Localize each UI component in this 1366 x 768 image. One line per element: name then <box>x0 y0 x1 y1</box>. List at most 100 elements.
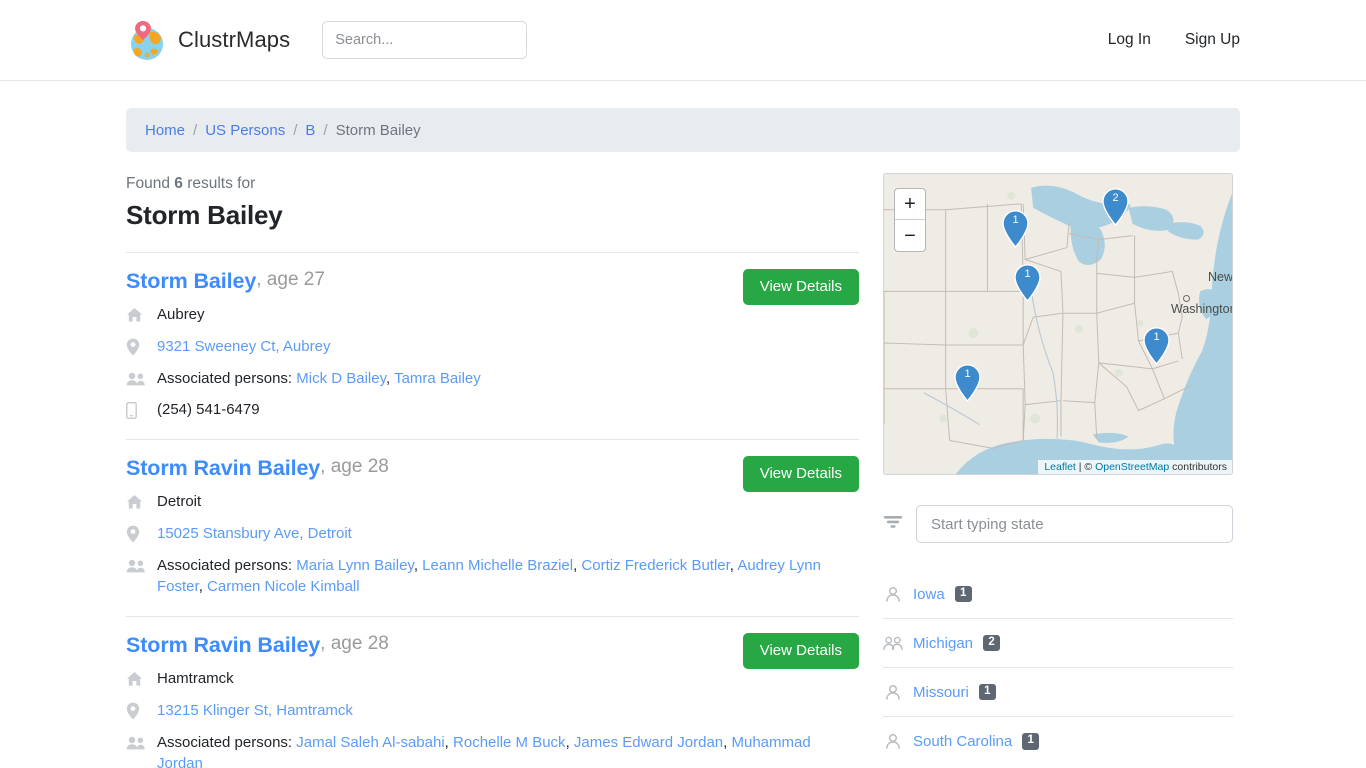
map-attribution: Leaflet | © OpenStreetMap contributors <box>1038 460 1232 474</box>
attribution-contributors: contributors <box>1169 461 1227 473</box>
map-marker[interactable]: 2 <box>1102 188 1129 227</box>
associated-person-link[interactable]: Maria Lynn Bailey <box>296 557 414 574</box>
state-list-item[interactable]: Missouri 1 <box>883 668 1233 717</box>
people-icon <box>883 634 903 652</box>
result-associated-row: Associated persons: Jamal Saleh Al-sabah… <box>126 732 859 768</box>
found-suffix: results for <box>187 175 256 192</box>
map-marker-count: 1 <box>1012 214 1019 226</box>
person-name-link[interactable]: Storm Bailey <box>126 269 256 294</box>
result-address-link[interactable]: 15025 Stansbury Ave, Detroit <box>157 523 859 545</box>
result-address-link[interactable]: 9321 Sweeney Ct, Aubrey <box>157 336 859 358</box>
mobile-phone-icon <box>126 399 150 420</box>
result-address-row: 13215 Klinger St, Hamtramck <box>126 700 859 722</box>
main-content: Found 6 results for Storm Bailey Storm B… <box>0 152 1366 768</box>
map-pin-icon <box>126 700 150 721</box>
brand-logo-link[interactable]: ClustrMaps <box>126 18 290 62</box>
zoom-in-button[interactable]: + <box>895 189 925 220</box>
view-details-button[interactable]: View Details <box>742 633 859 669</box>
map-city-dot-washington <box>1183 295 1190 302</box>
result-address-link[interactable]: 13215 Klinger St, Hamtramck <box>157 700 859 722</box>
breadcrumb-item-us-persons[interactable]: US Persons <box>205 122 285 139</box>
map-marker[interactable]: 1 <box>1143 327 1170 366</box>
result-address-row: 9321 Sweeney Ct, Aubrey <box>126 336 859 358</box>
map-marker-count: 1 <box>1024 268 1031 280</box>
breadcrumb-separator: / <box>293 121 298 139</box>
map-pin-icon <box>126 523 150 544</box>
associated-person-link[interactable]: Tamra Bailey <box>394 370 481 387</box>
view-details-button[interactable]: View Details <box>742 456 859 492</box>
state-list-item[interactable]: Iowa 1 <box>883 570 1233 619</box>
funnel-icon <box>883 514 903 535</box>
page-title: Storm Bailey <box>126 200 283 230</box>
view-details-button[interactable]: View Details <box>742 269 859 305</box>
state-list-item[interactable]: South Carolina 1 <box>883 717 1233 766</box>
login-link[interactable]: Log In <box>1108 31 1151 49</box>
person-name-link[interactable]: Storm Ravin Bailey <box>126 456 320 481</box>
result-address-row: 15025 Stansbury Ave, Detroit <box>126 523 859 545</box>
result-city-row: Aubrey <box>126 304 859 326</box>
map-marker[interactable]: 1 <box>1014 264 1041 303</box>
result-city: Aubrey <box>157 306 205 323</box>
map-pin-icon <box>126 336 150 357</box>
associated-person-link[interactable]: Carmen Nicole Kimball <box>207 578 360 595</box>
result-phone-row: (254) 541-6479 <box>126 399 859 421</box>
map-label-washington: Washington <box>1171 302 1233 316</box>
home-icon <box>126 304 150 325</box>
breadcrumb-separator: / <box>193 121 198 139</box>
results-count-line: Found 6 results for <box>126 175 859 193</box>
openstreetmap-link[interactable]: OpenStreetMap <box>1095 461 1169 473</box>
associated-person-link[interactable]: Mick D Bailey <box>296 370 386 387</box>
map-zoom-controls[interactable]: + − <box>894 188 926 252</box>
associated-person-link[interactable]: Jamal Saleh Al-sabahi <box>296 734 444 751</box>
zoom-out-button[interactable]: − <box>895 220 925 251</box>
associated-label: Associated persons: <box>157 556 297 574</box>
state-count-badge: 1 <box>1022 733 1040 750</box>
signup-link[interactable]: Sign Up <box>1185 31 1240 49</box>
person-name-link[interactable]: Storm Ravin Bailey <box>126 633 320 658</box>
result-card: Storm Ravin Bailey , age 28 View Details… <box>126 440 859 617</box>
state-name-link[interactable]: South Carolina <box>913 733 1012 750</box>
people-icon <box>126 368 150 389</box>
breadcrumb-item-home[interactable]: Home <box>145 122 185 139</box>
person-icon <box>883 683 903 701</box>
associated-person-link[interactable]: Cortiz Frederick Butler <box>581 557 729 574</box>
associated-person-link[interactable]: Rochelle M Buck <box>453 734 566 751</box>
map-marker-count: 2 <box>1112 192 1119 204</box>
attribution-copyright: © <box>1084 461 1096 473</box>
map-marker[interactable]: 1 <box>1002 210 1029 249</box>
results-column: Found 6 results for Storm Bailey Storm B… <box>126 152 859 768</box>
state-filter-input[interactable] <box>916 505 1233 543</box>
associated-person-link[interactable]: Leann Michelle Braziel <box>422 557 573 574</box>
results-count: 6 <box>174 175 183 192</box>
state-list-item[interactable]: Michigan 2 <box>883 619 1233 668</box>
state-count-badge: 1 <box>978 683 996 701</box>
person-icon <box>883 733 903 751</box>
map-marker[interactable]: 1 <box>954 364 981 403</box>
person-icon <box>883 585 903 603</box>
globe-pin-logo-icon <box>126 18 168 62</box>
state-name-link[interactable]: Iowa <box>913 586 945 603</box>
people-icon <box>126 555 150 576</box>
leaflet-link[interactable]: Leaflet <box>1044 461 1076 473</box>
result-card: Storm Ravin Bailey , age 28 View Details… <box>126 617 859 768</box>
search-input[interactable] <box>322 21 528 59</box>
result-associated-persons: Associated persons: Mick D Bailey, Tamra… <box>157 369 481 387</box>
breadcrumb-item-b[interactable]: B <box>305 122 315 139</box>
map-marker-count: 1 <box>964 368 971 380</box>
state-list: Iowa 1 Michigan 2 Missouri 1 South Carol… <box>883 570 1233 766</box>
result-city: Detroit <box>157 493 202 510</box>
breadcrumb-wrapper: Home / US Persons / B / Storm Bailey <box>0 81 1366 152</box>
result-associated-row: Associated persons: Maria Lynn Bailey, L… <box>126 555 859 599</box>
result-phone: (254) 541-6479 <box>157 401 260 419</box>
header-actions: Log In Sign Up <box>1108 31 1240 49</box>
associated-label: Associated persons: <box>157 733 297 751</box>
state-name-link[interactable]: Michigan <box>913 635 973 652</box>
breadcrumb-item-current: Storm Bailey <box>335 121 421 139</box>
results-map[interactable]: + − New Washington 1 2 1 1 1 Leaflet | ©… <box>883 173 1233 475</box>
associated-person-link[interactable]: James Edward Jordan <box>574 734 723 751</box>
found-prefix: Found <box>126 175 170 192</box>
home-icon <box>126 668 150 689</box>
home-icon <box>126 491 150 512</box>
result-city-row: Hamtramck <box>126 668 859 690</box>
state-name-link[interactable]: Missouri <box>913 684 969 701</box>
